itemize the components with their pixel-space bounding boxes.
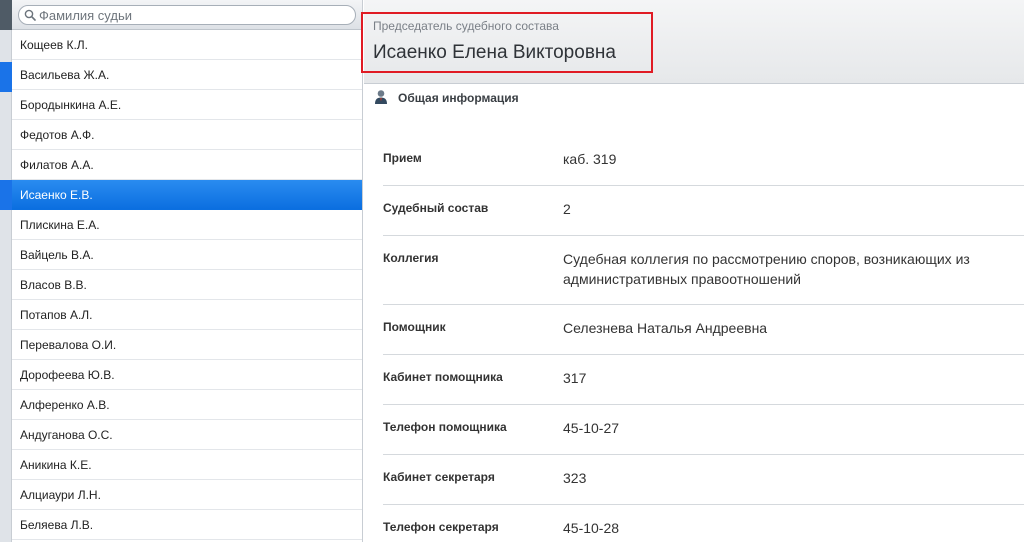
- judge-list-item[interactable]: Филатов А.А.: [12, 150, 362, 180]
- info-row: Коллегия Судебная коллегия по рассмотрени…: [383, 236, 1024, 305]
- info-value: 2: [563, 201, 571, 217]
- info-value: Судебная коллегия по рассмотрению споров…: [563, 251, 970, 287]
- info-table: Прием каб. 319 Судебный состав 2 Коллегия Суд…: [383, 136, 1024, 542]
- judge-list-item[interactable]: Перевалова О.И.: [12, 330, 362, 360]
- judge-name: Исаенко Елена Викторовна: [373, 42, 616, 63]
- info-row: Телефон секретаря 45-10-28: [383, 505, 1024, 542]
- judge-list-item[interactable]: Кощеев К.Л.: [12, 30, 362, 60]
- search-input[interactable]: [39, 7, 349, 23]
- judge-role: Председатель судебного состава: [373, 19, 559, 33]
- info-value: 317: [563, 370, 587, 386]
- section-title: Общая информация: [398, 91, 519, 105]
- search-icon: [24, 9, 36, 21]
- info-value: 45-10-28: [563, 520, 620, 536]
- strip-marker: [0, 180, 12, 210]
- judge-list-item[interactable]: Вайцель В.А.: [12, 240, 362, 270]
- user-icon: [375, 90, 387, 104]
- info-label: Кабинет секретаря: [383, 470, 495, 484]
- judge-list-item[interactable]: Васильева Ж.А.: [12, 60, 362, 90]
- info-value: Селезнева Наталья Андреевна: [563, 320, 768, 336]
- info-label: Судебный состав: [383, 201, 489, 215]
- search-bar: [12, 0, 362, 30]
- info-label: Помощник: [383, 320, 446, 334]
- info-row: Кабинет помощника 317: [383, 355, 1024, 405]
- judge-list-item[interactable]: Исаенко Е.В.: [12, 180, 362, 210]
- info-row: Судебный состав 2: [383, 186, 1024, 236]
- info-row: Кабинет секретаря 323: [383, 455, 1024, 505]
- left-strip: [0, 0, 12, 542]
- info-label: Телефон помощника: [383, 420, 507, 434]
- judge-list-item[interactable]: Власов В.В.: [12, 270, 362, 300]
- info-value: каб. 319: [563, 151, 617, 167]
- info-label: Телефон секретаря: [383, 520, 499, 534]
- judge-list-item[interactable]: Алференко А.В.: [12, 390, 362, 420]
- section-header: Общая информация: [364, 84, 1024, 112]
- judge-list: Кощеев К.Л. Васильева Ж.А. Бородынкина А.Е…: [12, 30, 362, 540]
- judge-header: Председатель судебного состава Исаенко Е…: [361, 0, 1024, 84]
- info-label: Кабинет помощника: [383, 370, 503, 384]
- judge-list-item[interactable]: Федотов А.Ф.: [12, 120, 362, 150]
- judge-list-item[interactable]: Алциаури Л.Н.: [12, 480, 362, 510]
- judge-list-item[interactable]: Аникина К.Е.: [12, 450, 362, 480]
- info-value: 45-10-27: [563, 420, 620, 436]
- strip-top: [0, 0, 12, 30]
- strip-marker: [0, 62, 12, 92]
- info-row: Телефон помощника 45-10-27: [383, 405, 1024, 455]
- info-value: 323: [563, 470, 587, 486]
- info-row: Прием каб. 319: [383, 136, 1024, 186]
- judge-list-item[interactable]: Плискина Е.А.: [12, 210, 362, 240]
- judge-list-item[interactable]: Дорофеева Ю.В.: [12, 360, 362, 390]
- info-row: Помощник Селезнева Наталья Андреевна: [383, 305, 1024, 355]
- info-label: Коллегия: [383, 251, 439, 265]
- judge-list-item[interactable]: Андуганова О.С.: [12, 420, 362, 450]
- info-label: Прием: [383, 151, 422, 165]
- judge-list-item[interactable]: Беляева Л.В.: [12, 510, 362, 540]
- search-box[interactable]: [18, 5, 356, 25]
- judge-list-item[interactable]: Бородынкина А.Е.: [12, 90, 362, 120]
- judge-list-item[interactable]: Потапов А.Л.: [12, 300, 362, 330]
- main-panel: Председатель судебного состава Исаенко Е…: [361, 0, 1024, 542]
- judge-sidebar: Кощеев К.Л.Васильева Ж.А.Бородынкина А.Е…: [12, 0, 363, 542]
